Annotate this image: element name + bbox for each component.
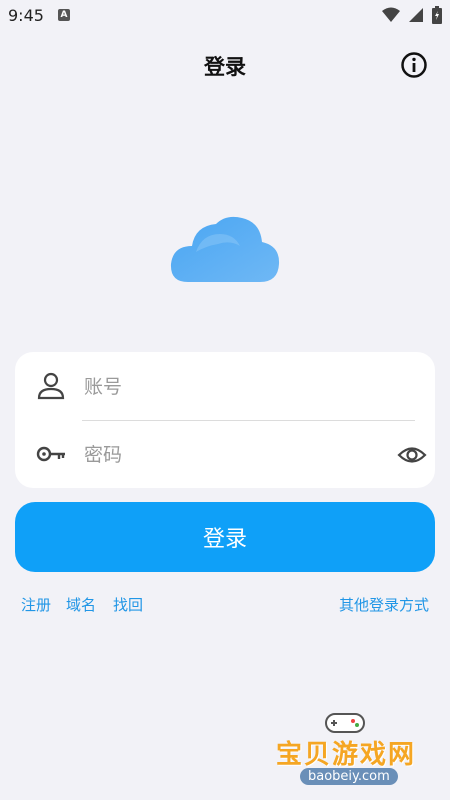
wifi-icon xyxy=(382,7,400,22)
notification-icon: A xyxy=(58,9,70,21)
account-input[interactable] xyxy=(82,369,366,405)
watermark-text: 宝贝游戏网 xyxy=(276,740,417,770)
cellular-icon xyxy=(409,8,423,22)
password-input[interactable] xyxy=(82,437,366,473)
info-icon[interactable] xyxy=(400,51,428,79)
watermark-url: baobeiy.com xyxy=(300,768,398,785)
other-login-link[interactable]: 其他登录方式 xyxy=(339,594,429,615)
show-password-icon[interactable] xyxy=(397,440,427,470)
gamepad-icon xyxy=(325,713,365,733)
status-icons xyxy=(382,6,442,24)
register-link[interactable]: 注册 xyxy=(21,594,51,615)
key-icon xyxy=(36,446,65,462)
status-time: 9:45 xyxy=(8,6,44,25)
domain-link[interactable]: 域名 xyxy=(66,594,96,615)
watermark-logo: 宝贝游戏网 baobeiy.com xyxy=(270,710,430,800)
user-icon xyxy=(37,372,65,400)
page-title: 登录 xyxy=(204,55,246,79)
login-links: 注册 域名 找回 其他登录方式 xyxy=(0,594,450,618)
cloud-logo-icon xyxy=(170,216,280,282)
battery-icon xyxy=(432,6,442,24)
login-button[interactable]: 登录 xyxy=(15,502,435,572)
status-bar: 9:45 A xyxy=(0,0,450,32)
account-row xyxy=(15,352,435,421)
login-form-card xyxy=(15,352,435,488)
password-row xyxy=(15,420,435,488)
recover-link[interactable]: 找回 xyxy=(113,594,143,615)
